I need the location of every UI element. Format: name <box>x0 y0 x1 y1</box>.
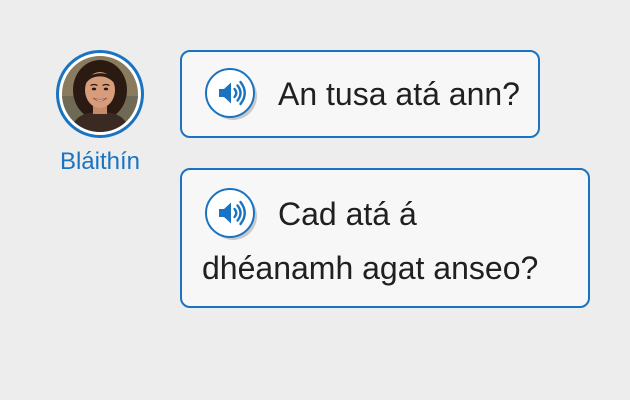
message-bubble-2: Cad atá á dhéanamh agat anseo? <box>180 168 590 308</box>
speaker-volume-icon <box>205 68 257 120</box>
message-text: An tusa atá ann? <box>278 76 520 112</box>
message-text-line-2: dhéanamh agat anseo? <box>202 250 539 286</box>
speaker-name: Bláithín <box>59 148 141 175</box>
portrait-image <box>62 56 138 132</box>
play-audio-button-1[interactable] <box>204 67 258 121</box>
avatar <box>56 50 144 138</box>
message-text-line-1: Cad atá á <box>278 196 417 232</box>
avatar-portrait <box>62 56 138 132</box>
message-bubble-1: An tusa atá ann? <box>180 50 540 138</box>
play-audio-button-2[interactable] <box>204 187 258 241</box>
speaker-volume-icon <box>205 188 257 240</box>
